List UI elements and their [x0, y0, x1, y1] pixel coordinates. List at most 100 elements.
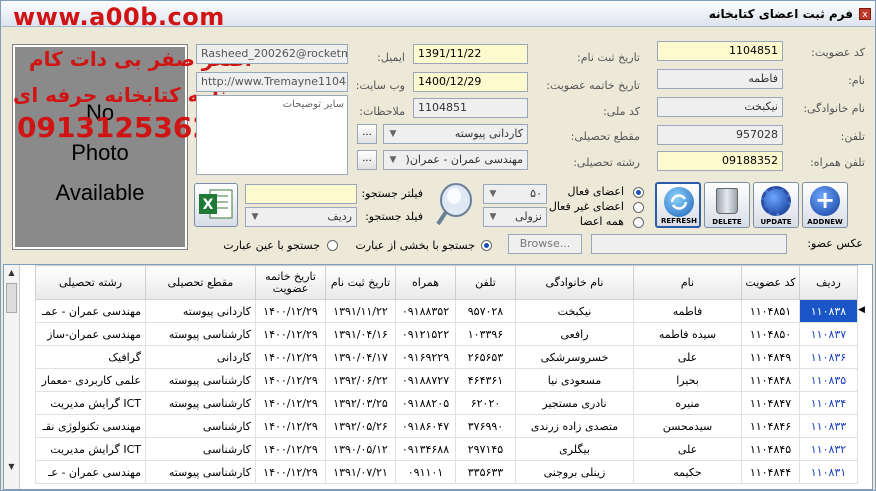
table-row[interactable]: ۱۱۰۸۳۷ ۱۱۰۴۸۵۰ سیده فاطمه رافعی ۱۰۳۳۹۶ ۰۹۱۲۱۵… — [35, 322, 858, 346]
active-members-radio[interactable] — [633, 187, 644, 198]
national-code-field[interactable]: 1104851 — [413, 98, 528, 118]
table-cell[interactable]: گرافیک — [35, 345, 146, 369]
col-header-field[interactable]: رشته تحصیلی — [35, 265, 146, 300]
table-cell[interactable]: ۱۱۰۸۳۴ — [799, 391, 858, 415]
field-more-button[interactable]: ... — [357, 150, 377, 170]
table-cell[interactable]: علی — [633, 345, 742, 369]
expire-date-field[interactable]: 1400/12/29 — [413, 72, 528, 92]
col-header-reg-date[interactable]: تاریخ ثبت نام — [325, 265, 396, 300]
window-icon[interactable]: x — [859, 8, 871, 20]
table-row[interactable]: ۱۱۰۸۳۲ ۱۱۰۴۸۴۵ علی بیگلری ۲۹۷۱۴۵ ۰۹۱۳۴۶۸۸ ۱۳۹۰… — [35, 437, 858, 461]
mobile-field[interactable]: 09188352 — [657, 151, 783, 171]
scroll-thumb[interactable] — [6, 283, 17, 313]
search-icon[interactable] — [432, 180, 478, 228]
table-cell[interactable]: ۹۵۷۰۲۸ — [455, 299, 516, 323]
inactive-members-radio[interactable] — [633, 202, 644, 213]
table-cell[interactable]: بیگلری — [515, 437, 634, 461]
col-header-row-no[interactable]: ردیف — [799, 265, 858, 300]
table-cell[interactable]: ۱۱۰۸۳۸ — [799, 299, 858, 323]
table-cell[interactable]: ۱۱۰۴۸۴۷ — [741, 391, 800, 415]
table-cell[interactable]: ۱۱۰۸۳۱ — [799, 460, 858, 484]
scroll-up-icon[interactable]: ▲ — [6, 267, 17, 279]
table-row[interactable]: ۱۱۰۸۳۱ ۱۱۰۴۸۴۴ حکیمه زینلی بروجنی ۳۳۵۶۳۳ ۰۹۱۱… — [35, 460, 858, 484]
table-cell[interactable]: ۰۹۱۳۴۶۸۸ — [395, 437, 456, 461]
table-cell[interactable]: ۱۱۰۸۳۵ — [799, 368, 858, 392]
table-cell[interactable]: ۳۷۶۹۹۰ — [455, 414, 516, 438]
table-cell[interactable]: ۱۴۰۰/۱۲/۲۹ — [255, 299, 326, 323]
table-cell[interactable]: ۱۴۰۰/۱۲/۲۹ — [255, 345, 326, 369]
table-cell[interactable]: کارشناسی پیوسته — [145, 368, 256, 392]
table-cell[interactable]: ۰۹۱۱۰۱ — [395, 460, 456, 484]
search-filter-input[interactable] — [245, 184, 357, 204]
table-cell[interactable]: ۴۶۴۳۶۱ — [455, 368, 516, 392]
refresh-button[interactable]: REFRESH — [655, 182, 701, 228]
col-header-member-code[interactable]: کد عضویت — [741, 265, 800, 300]
table-cell[interactable]: حکیمه — [633, 460, 742, 484]
table-cell[interactable]: ۱۰۳۳۹۶ — [455, 322, 516, 346]
table-cell[interactable]: ۱۴۰۰/۱۲/۲۹ — [255, 391, 326, 415]
table-cell[interactable]: نیکبخت — [515, 299, 634, 323]
col-header-name[interactable]: نام — [633, 265, 742, 300]
chevron-down-icon[interactable]: ▼ — [386, 153, 400, 167]
table-cell[interactable]: ۱۳۹۰/۰۴/۱۷ — [325, 345, 396, 369]
table-cell[interactable]: مهندسی تکنولوژی نقـ — [35, 414, 146, 438]
browse-button[interactable]: Browse... — [508, 234, 582, 254]
family-field[interactable]: نیکبخت — [657, 97, 783, 117]
order-select[interactable]: ▼ نزولی — [483, 207, 547, 227]
table-cell[interactable]: ۱۱۰۸۳۶ — [799, 345, 858, 369]
table-row[interactable]: ۱۱۰۸۳۴ ۱۱۰۴۸۴۷ منیره نادری مستجیر ۶۲۰۲۰ ۰۹۱۸۸… — [35, 391, 858, 415]
table-cell[interactable]: ICT گرایش مدیریت — [35, 391, 146, 415]
table-cell[interactable]: ۱۱۰۸۳۳ — [799, 414, 858, 438]
table-cell[interactable]: متصدی زاده زرندی — [515, 414, 634, 438]
table-cell[interactable]: ۱۱۰۸۳۲ — [799, 437, 858, 461]
delete-button[interactable]: DELETE — [704, 182, 750, 228]
phone-field[interactable]: 957028 — [657, 125, 783, 145]
col-header-phone[interactable]: تلفن — [455, 265, 516, 300]
table-cell[interactable]: ۳۳۵۶۳۳ — [455, 460, 516, 484]
chevron-down-icon[interactable]: ▼ — [248, 210, 262, 224]
table-cell[interactable]: علی — [633, 437, 742, 461]
partial-search-radio[interactable] — [481, 240, 492, 251]
table-cell[interactable]: ۱۴۰۰/۱۲/۲۹ — [255, 322, 326, 346]
table-cell[interactable]: سیدمحسن — [633, 414, 742, 438]
table-cell[interactable]: ۱۱۰۴۸۴۵ — [741, 437, 800, 461]
table-cell[interactable]: فاطمه — [633, 299, 742, 323]
table-cell[interactable]: ICT گرایش مدیریت — [35, 437, 146, 461]
table-cell[interactable]: کاردانی — [145, 345, 256, 369]
table-cell[interactable]: کارشناسی — [145, 437, 256, 461]
table-cell[interactable]: مهندسی عمران-ساز — [35, 322, 146, 346]
all-members-radio[interactable] — [633, 217, 644, 228]
table-cell[interactable]: ۱۳۹۲/۰۶/۲۲ — [325, 368, 396, 392]
member-code-field[interactable]: 1104851 — [657, 41, 783, 61]
table-cell[interactable]: ۱۴۰۰/۱۲/۲۹ — [255, 368, 326, 392]
chevron-down-icon[interactable]: ▼ — [486, 210, 500, 224]
table-row[interactable]: ۱۱۰۸۳۸ ۱۱۰۴۸۵۱ فاطمه نیکبخت ۹۵۷۰۲۸ ۰۹۱۸۸۳۵۲ ۱۳… — [35, 299, 858, 323]
notes-textarea[interactable]: سایر توضیحات — [196, 95, 348, 175]
table-cell[interactable]: ۰۹۱۲۱۵۲۲ — [395, 322, 456, 346]
reg-date-field[interactable]: 1391/11/22 — [413, 44, 528, 64]
table-cell[interactable]: ۱۳۹۲/۰۳/۲۵ — [325, 391, 396, 415]
update-button[interactable]: UPDATE — [753, 182, 799, 228]
table-cell[interactable]: ۱۱۰۴۸۵۰ — [741, 322, 800, 346]
addnew-button[interactable]: + ADDNEW — [802, 182, 848, 228]
table-cell[interactable]: ۰۹۱۸۸۳۵۲ — [395, 299, 456, 323]
table-cell[interactable]: نادری مستجیر — [515, 391, 634, 415]
table-cell[interactable]: منیره — [633, 391, 742, 415]
table-cell[interactable]: مهندسی عمران - عـ — [35, 460, 146, 484]
table-cell[interactable]: بحیرا — [633, 368, 742, 392]
table-cell[interactable]: ۱۱۰۸۳۷ — [799, 322, 858, 346]
field-select[interactable]: ▼ مهندسی عمران - عمران( — [383, 150, 528, 170]
table-cell[interactable]: ۱۱۰۴۸۵۱ — [741, 299, 800, 323]
scroll-down-icon[interactable]: ▼ — [6, 461, 17, 473]
table-cell[interactable]: زینلی بروجنی — [515, 460, 634, 484]
table-cell[interactable]: خسروسرشکی — [515, 345, 634, 369]
col-header-expire-date[interactable]: تاریخ خاتمه عضویت — [255, 265, 326, 300]
table-cell[interactable]: ۲۹۷۱۴۵ — [455, 437, 516, 461]
members-grid[interactable]: ▲ ▼ ◀ ردیف کد عضویت نام نام خانوادگی تلف… — [3, 264, 873, 490]
table-cell[interactable]: کاردانی پیوسته — [145, 299, 256, 323]
table-row[interactable]: ۱۱۰۸۳۳ ۱۱۰۴۸۴۶ سیدمحسن متصدی زاده زرندی ۳۷۶۹… — [35, 414, 858, 438]
table-cell[interactable]: کارشناسی — [145, 414, 256, 438]
table-row[interactable]: ۱۱۰۸۳۶ ۱۱۰۴۸۴۹ علی خسروسرشکی ۲۶۵۶۵۳ ۰۹۱۶۹۲۲۹ ۱… — [35, 345, 858, 369]
email-field[interactable]: Rasheed_200262@rocketmail. — [196, 44, 348, 64]
table-cell[interactable]: ۲۶۵۶۵۳ — [455, 345, 516, 369]
